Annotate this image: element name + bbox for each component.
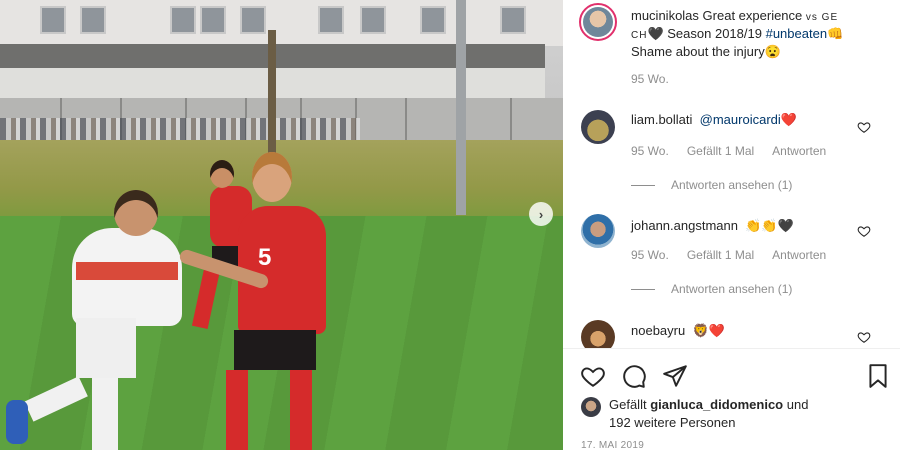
like-comment-heart-icon[interactable] xyxy=(857,224,871,238)
post-date[interactable]: 17. MAI 2019 xyxy=(581,440,644,450)
player-boot xyxy=(6,400,28,444)
caption-text: Great experience xyxy=(702,8,803,23)
jersey-number: 5 xyxy=(258,244,272,271)
reply-button[interactable]: Antworten xyxy=(772,248,826,262)
liked-by-conj: und xyxy=(786,397,809,412)
comment-likes[interactable]: Gefällt 1 Mal xyxy=(687,248,754,262)
player-white-stripe xyxy=(76,262,178,280)
commenter-avatar[interactable] xyxy=(581,110,615,144)
comment-icon[interactable] xyxy=(621,363,647,389)
mention-link[interactable]: @mauroicardi xyxy=(700,112,781,127)
view-replies-button[interactable]: Antworten ansehen (1) xyxy=(631,178,792,192)
black-heart-emoji: 🖤 xyxy=(647,26,664,41)
player-white-shorts xyxy=(76,318,136,378)
liked-by-prefix: Gefällt xyxy=(609,397,647,412)
fist-emoji: 👊 xyxy=(827,26,844,41)
divider xyxy=(631,288,655,290)
player-red-leg xyxy=(226,370,248,450)
caption-time[interactable]: 95 Wo. xyxy=(631,72,669,86)
like-comment-heart-icon[interactable] xyxy=(857,120,871,134)
post-photo[interactable]: 5 › xyxy=(0,0,563,450)
red-heart-emoji: ❤️ xyxy=(780,112,797,127)
reply-button[interactable]: Antworten xyxy=(772,144,826,158)
caption-text-after: Shame about the injury xyxy=(631,44,765,59)
comment-meta: 95 Wo. Gefällt 1 Mal Antworten xyxy=(631,248,826,262)
heart-icon[interactable] xyxy=(580,363,606,389)
comment: noebayru 🦁❤️ xyxy=(631,323,855,339)
comment-likes[interactable]: Gefällt 1 Mal xyxy=(687,144,754,158)
divider xyxy=(631,184,655,186)
comment: liam.bollati @mauroicardi❤️ xyxy=(631,112,855,128)
view-replies-button[interactable]: Antworten ansehen (1) xyxy=(631,282,792,296)
comment-meta: 95 Wo. Gefällt 1 Mal Antworten xyxy=(631,144,826,158)
like-comment-heart-icon[interactable] xyxy=(857,330,871,344)
comment-username[interactable]: johann.angstmann xyxy=(631,218,738,233)
player-red-head xyxy=(252,152,292,202)
liker-avatar[interactable] xyxy=(581,397,601,417)
commenter-avatar[interactable] xyxy=(581,214,615,248)
others-count[interactable]: 192 weitere Personen xyxy=(609,415,735,430)
chevron-right-icon: › xyxy=(538,206,544,222)
player-white-head xyxy=(114,190,158,236)
tree xyxy=(268,30,276,158)
comment-time[interactable]: 95 Wo. xyxy=(631,248,669,262)
caption-meta: 95 Wo. xyxy=(631,72,669,86)
player-red-leg xyxy=(290,370,312,450)
light-pole xyxy=(456,0,466,215)
comment-username[interactable]: liam.bollati xyxy=(631,112,692,127)
hashtag-link[interactable]: #unbeaten xyxy=(766,26,827,41)
view-replies-label: Antworten ansehen (1) xyxy=(671,178,793,192)
liker-username[interactable]: gianluca_didomenico xyxy=(650,397,783,412)
liked-by: Gefällt gianluca_didomenico und 192 weit… xyxy=(581,396,808,432)
next-photo-button[interactable]: › xyxy=(529,202,553,226)
comment: johann.angstmann 👏👏🖤 xyxy=(631,218,855,234)
commenter-avatar[interactable] xyxy=(581,320,615,348)
lion-heart-emoji: 🦁❤️ xyxy=(692,323,725,338)
caption: mucinikolas Great experience vs GE CH🖤 S… xyxy=(631,8,855,60)
player-red-shorts xyxy=(234,330,316,370)
post-actions: Gefällt gianluca_didomenico und 192 weit… xyxy=(563,348,900,450)
view-replies-label: Antworten ansehen (1) xyxy=(671,282,793,296)
clap-emoji: 👏👏🖤 xyxy=(745,218,794,233)
comment-time[interactable]: 95 Wo. xyxy=(631,144,669,158)
owner-username[interactable]: mucinikolas xyxy=(631,8,699,23)
background-building xyxy=(0,0,563,46)
caption-season: Season 2018/19 xyxy=(667,26,762,41)
sad-emoji: 😧 xyxy=(764,44,781,59)
player-red-back-head xyxy=(210,160,234,188)
liked-by-text: Gefällt gianluca_didomenico und 192 weit… xyxy=(609,396,808,432)
owner-avatar[interactable] xyxy=(579,3,617,41)
bookmark-icon[interactable] xyxy=(865,363,891,389)
player-white-leg xyxy=(92,378,118,450)
send-icon[interactable] xyxy=(662,363,688,389)
comments-list[interactable]: mucinikolas Great experience vs GE CH🖤 S… xyxy=(563,0,900,348)
comment-username[interactable]: noebayru xyxy=(631,323,685,338)
post-side-panel: mucinikolas Great experience vs GE CH🖤 S… xyxy=(563,0,900,450)
